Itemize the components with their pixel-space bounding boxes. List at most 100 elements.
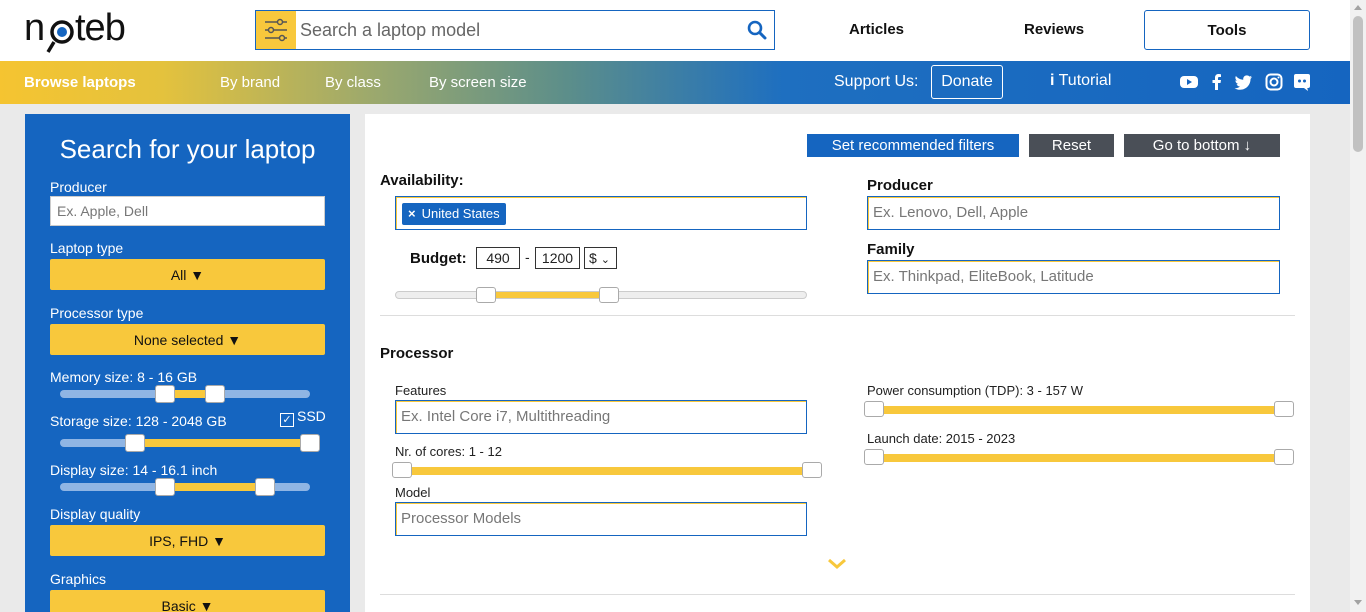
articles-link[interactable]: Articles	[849, 21, 904, 38]
set-recommended-filters-button[interactable]: Set recommended filters	[807, 134, 1019, 157]
tdp-slider[interactable]	[864, 401, 1294, 417]
section-divider	[380, 315, 1295, 316]
launch-min-handle[interactable]	[864, 449, 884, 465]
budget-min-handle[interactable]	[476, 287, 497, 303]
tutorial-label: Tutorial	[1058, 72, 1112, 89]
section-divider-2	[380, 594, 1295, 595]
memory-min-handle[interactable]	[155, 385, 175, 403]
display-quality-label: Display quality	[50, 506, 141, 522]
budget-min-input[interactable]: 490	[476, 247, 520, 269]
launch-date-slider[interactable]	[864, 449, 1294, 465]
graphics-dropdown[interactable]: Basic ▼	[50, 590, 325, 612]
noteb-logo[interactable]: n teb	[24, 8, 146, 54]
display-size-label: Display size: 14 - 16.1 inch	[50, 462, 218, 478]
availability-field[interactable]: × United States	[395, 196, 807, 230]
memory-max-handle[interactable]	[205, 385, 225, 403]
currency-select[interactable]: $ ⌄	[584, 247, 617, 269]
model-input[interactable]	[401, 510, 791, 527]
cores-min-handle[interactable]	[392, 462, 412, 478]
search-sidebar: Search for your laptop Producer Laptop t…	[25, 114, 350, 612]
country-chip: × United States	[402, 203, 506, 225]
budget-slider[interactable]	[395, 287, 807, 303]
cores-max-handle[interactable]	[802, 462, 822, 478]
donate-button[interactable]: Donate	[931, 65, 1003, 99]
page-scrollbar[interactable]	[1350, 0, 1366, 612]
chip-label: United States	[421, 206, 500, 221]
availability-label: Availability:	[380, 172, 464, 189]
reviews-link[interactable]: Reviews	[1024, 21, 1084, 38]
checkbox-checked-icon: ✓	[280, 413, 294, 427]
currency-value: $	[589, 250, 597, 266]
processor-type-label: Processor type	[50, 305, 144, 321]
tutorial-link[interactable]: i Tutorial	[1050, 72, 1111, 90]
memory-slider[interactable]	[60, 385, 310, 403]
cores-label: Nr. of cores: 1 - 12	[395, 444, 502, 459]
cores-slider[interactable]	[392, 462, 822, 478]
scroll-thumb[interactable]	[1353, 16, 1363, 152]
top-bar: n teb Articles Reviews Tools	[0, 0, 1350, 61]
family-field[interactable]	[867, 260, 1280, 294]
scroll-up-arrow[interactable]	[1354, 5, 1362, 10]
display-min-handle[interactable]	[155, 478, 175, 496]
producer-heading: Producer	[867, 177, 933, 194]
model-field[interactable]	[395, 502, 807, 536]
svg-text:teb: teb	[75, 8, 125, 49]
tdp-max-handle[interactable]	[1274, 401, 1294, 417]
memory-size-label: Memory size: 8 - 16 GB	[50, 369, 198, 385]
features-field[interactable]	[395, 400, 807, 434]
filter-panel: Set recommended filters Reset Go to bott…	[365, 114, 1310, 612]
storage-max-handle[interactable]	[300, 434, 320, 452]
filter-icon[interactable]	[256, 11, 296, 49]
ssd-label: SSD	[297, 408, 326, 424]
budget-max-handle[interactable]	[599, 287, 620, 303]
tdp-label: Power consumption (TDP): 3 - 157 W	[867, 383, 1084, 398]
laptop-type-dropdown[interactable]: All ▼	[50, 259, 325, 290]
storage-slider[interactable]	[60, 434, 320, 452]
tdp-min-handle[interactable]	[864, 401, 884, 417]
launch-max-handle[interactable]	[1274, 449, 1294, 465]
twitter-icon[interactable]	[1234, 72, 1254, 92]
discord-icon[interactable]	[1292, 72, 1312, 92]
search-input[interactable]	[300, 17, 740, 43]
launch-date-label: Launch date: 2015 - 2023	[867, 431, 1016, 446]
sidebar-title: Search for your laptop	[59, 134, 316, 164]
ssd-checkbox[interactable]: ✓ SSD	[280, 408, 326, 427]
by-class-link[interactable]: By class	[325, 74, 381, 91]
display-size-slider[interactable]	[60, 478, 310, 496]
features-input[interactable]	[401, 408, 791, 425]
budget-max-input[interactable]: 1200	[535, 247, 580, 269]
info-icon: i	[1050, 72, 1055, 89]
producer-input[interactable]	[50, 196, 325, 226]
laptop-type-label: Laptop type	[50, 240, 124, 256]
storage-size-label: Storage size: 128 - 2048 GB	[50, 413, 227, 429]
go-to-bottom-button[interactable]: Go to bottom ↓	[1124, 134, 1280, 157]
svg-text:n: n	[24, 8, 44, 49]
chevron-down-icon: ⌄	[600, 254, 610, 266]
instagram-icon[interactable]	[1264, 72, 1284, 92]
browse-laptops-link[interactable]: Browse laptops	[24, 74, 136, 91]
support-label: Support Us:	[834, 73, 919, 90]
producer-input-main[interactable]	[873, 204, 1264, 221]
producer-field[interactable]	[867, 196, 1280, 230]
facebook-icon[interactable]	[1207, 72, 1227, 92]
search-bar	[255, 10, 775, 50]
scroll-down-arrow[interactable]	[1354, 600, 1362, 605]
by-screen-size-link[interactable]: By screen size	[429, 74, 527, 91]
reset-button[interactable]: Reset	[1029, 134, 1114, 157]
family-input[interactable]	[873, 268, 1264, 285]
budget-label: Budget:	[410, 250, 467, 267]
by-brand-link[interactable]: By brand	[220, 74, 280, 91]
features-label: Features	[395, 383, 447, 398]
tools-button[interactable]: Tools	[1144, 10, 1310, 50]
display-quality-dropdown[interactable]: IPS, FHD ▼	[50, 525, 325, 556]
remove-chip-icon[interactable]: ×	[408, 206, 416, 221]
expand-chevron-icon[interactable]	[827, 557, 847, 571]
budget-dash: -	[525, 249, 530, 265]
youtube-icon[interactable]	[1179, 72, 1199, 92]
display-max-handle[interactable]	[255, 478, 275, 496]
nav-bar: Browse laptops By brand By class By scre…	[0, 61, 1350, 104]
processor-type-dropdown[interactable]: None selected ▼	[50, 324, 325, 355]
search-icon[interactable]	[746, 19, 768, 41]
model-label: Model	[395, 485, 431, 500]
storage-min-handle[interactable]	[125, 434, 145, 452]
